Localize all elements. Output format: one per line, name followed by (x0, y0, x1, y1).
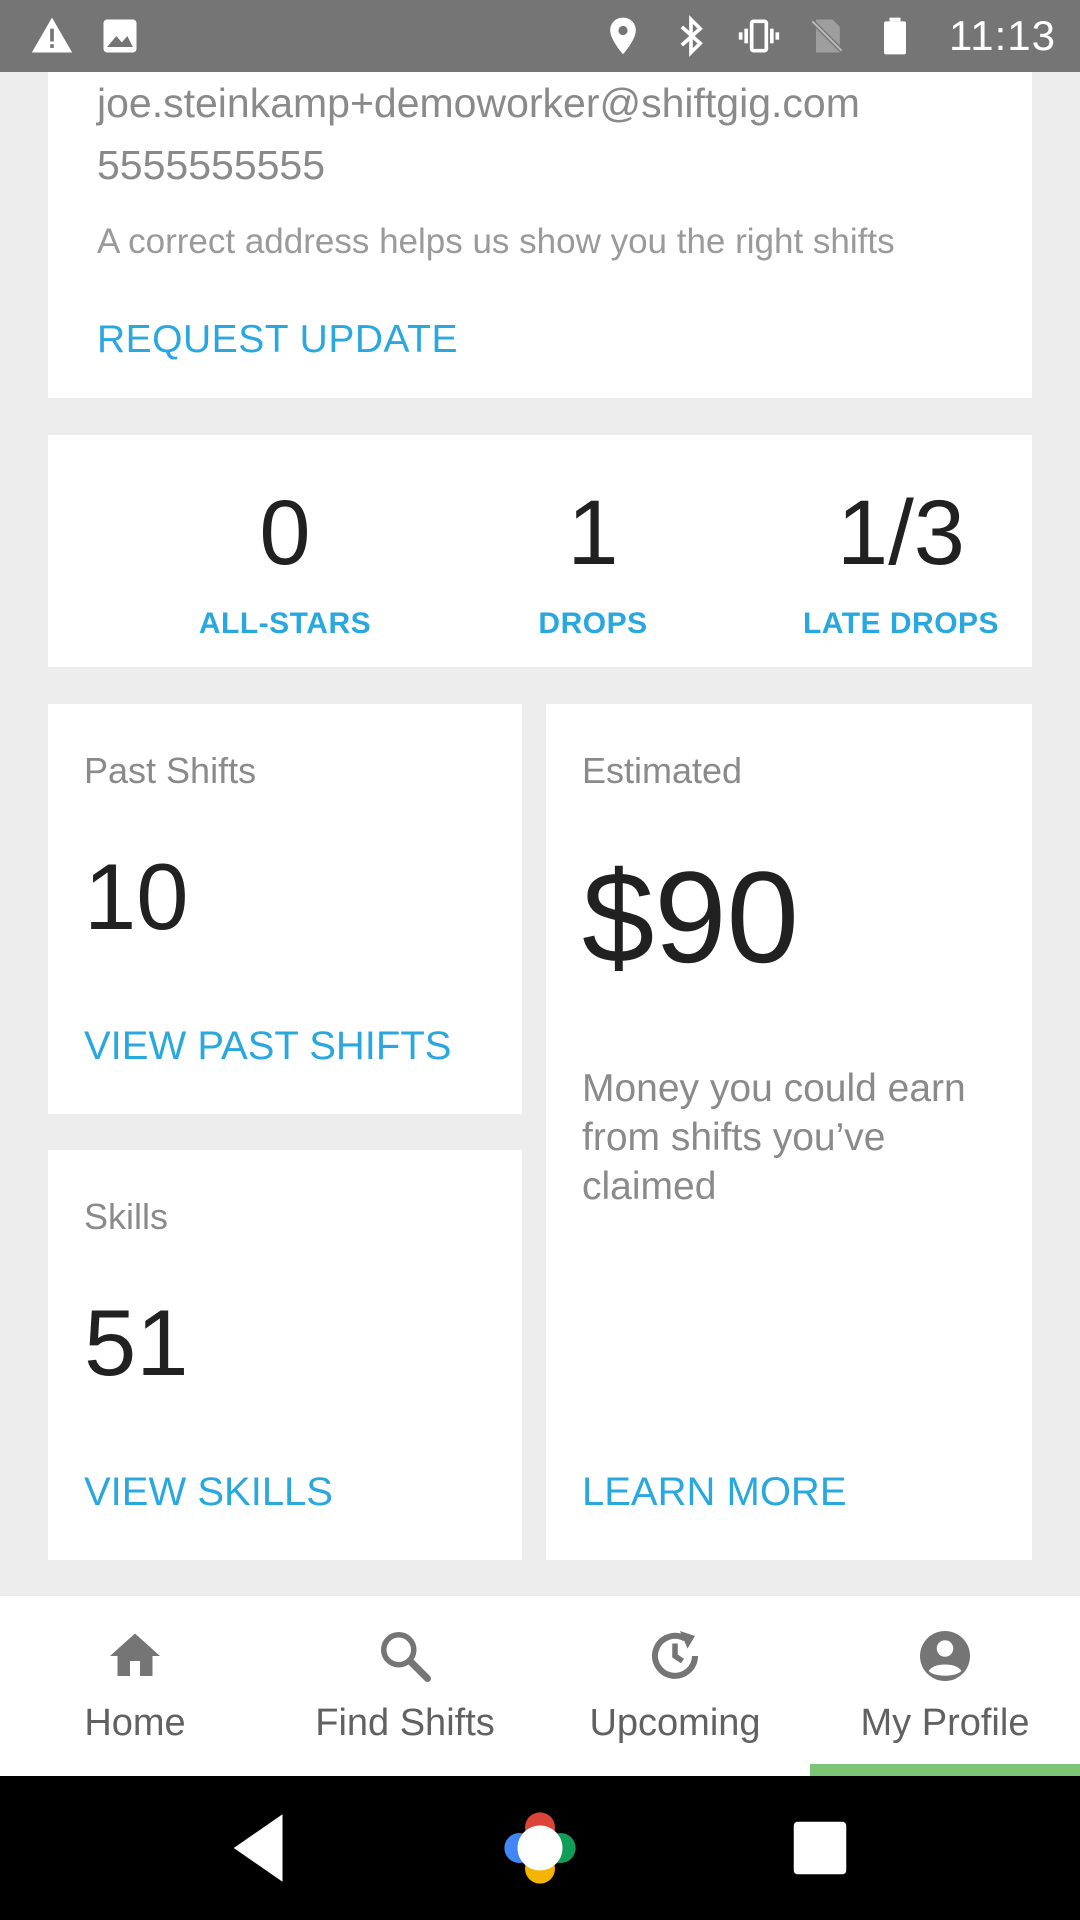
stat-late-drops: 1/3 LATE DROPS (771, 435, 1031, 641)
profile-content[interactable]: joe.steinkamp+demoworker@shiftgig.com 55… (0, 72, 1080, 1596)
no-sim-icon (805, 14, 849, 58)
clock-refresh-icon (645, 1626, 705, 1686)
view-past-shifts-button[interactable]: VIEW PAST SHIFTS (84, 1024, 451, 1069)
location-icon (601, 14, 645, 58)
stat-value: 1/3 (837, 482, 965, 584)
stat-all-stars: 0 ALL-STARS (155, 435, 415, 641)
estimated-earnings-card: Estimated $90 Money you could earn from … (546, 704, 1032, 1560)
stat-drops: 1 DROPS (463, 435, 723, 641)
nav-label: Home (84, 1702, 186, 1744)
home-icon (105, 1626, 165, 1686)
system-nav-bar (0, 1776, 1080, 1920)
image-icon (98, 14, 142, 58)
back-icon (233, 1814, 283, 1882)
nav-item-upcoming[interactable]: Upcoming (540, 1596, 810, 1776)
past-shifts-label: Past Shifts (84, 750, 257, 791)
estimated-amount: $90 (582, 844, 799, 990)
status-bar: 11:13 (0, 0, 1080, 72)
recents-icon (793, 1821, 847, 1875)
battery-icon (873, 14, 917, 58)
stat-value: 1 (567, 482, 619, 584)
contact-phone: 5555555555 (97, 142, 326, 188)
skills-count: 51 (84, 1290, 189, 1395)
warning-icon (30, 14, 74, 58)
stat-label: LATE DROPS (802, 607, 1000, 640)
assistant-home-icon (504, 1812, 576, 1884)
back-button[interactable] (215, 1803, 305, 1893)
skills-card: Skills 51 VIEW SKILLS (48, 1150, 522, 1560)
search-icon (375, 1626, 435, 1686)
bottom-nav: Home Find Shifts Upcoming My Profile (0, 1596, 1080, 1776)
estimated-description: Money you could earn from shifts you’ve … (582, 1067, 966, 1208)
stat-label: DROPS (538, 607, 648, 640)
recents-button[interactable] (775, 1803, 865, 1893)
nav-item-find-shifts[interactable]: Find Shifts (270, 1596, 540, 1776)
bluetooth-icon (669, 14, 713, 58)
home-button[interactable] (495, 1803, 585, 1893)
contact-card: joe.steinkamp+demoworker@shiftgig.com 55… (48, 72, 1032, 398)
active-tab-indicator (810, 1764, 1080, 1776)
past-shifts-card: Past Shifts 10 VIEW PAST SHIFTS (48, 704, 522, 1114)
contact-email: joe.steinkamp+demoworker@shiftgig.com (97, 80, 860, 126)
stat-value: 0 (259, 482, 311, 584)
estimated-label: Estimated (582, 750, 743, 791)
stats-card: 0 ALL-STARS 1 DROPS 1/3 LATE DROPS (48, 435, 1032, 667)
nav-label: My Profile (860, 1702, 1030, 1744)
view-skills-button[interactable]: VIEW SKILLS (84, 1470, 333, 1515)
learn-more-button[interactable]: LEARN MORE (582, 1470, 847, 1515)
nav-label: Find Shifts (315, 1702, 495, 1744)
address-hint: A correct address helps us show you the … (97, 222, 895, 261)
status-left-icons (30, 14, 142, 58)
skills-label: Skills (84, 1196, 169, 1237)
past-shifts-count: 10 (84, 844, 189, 949)
profile-icon (915, 1626, 975, 1686)
nav-label: Upcoming (589, 1702, 761, 1744)
request-update-button[interactable]: REQUEST UPDATE (97, 318, 458, 362)
status-time: 11:13 (949, 12, 1056, 59)
nav-item-my-profile[interactable]: My Profile (810, 1596, 1080, 1776)
status-right-icons: 11:13 (601, 12, 1056, 60)
vibrate-icon (737, 14, 781, 58)
stat-label: ALL-STARS (198, 607, 372, 640)
nav-item-home[interactable]: Home (0, 1596, 270, 1776)
